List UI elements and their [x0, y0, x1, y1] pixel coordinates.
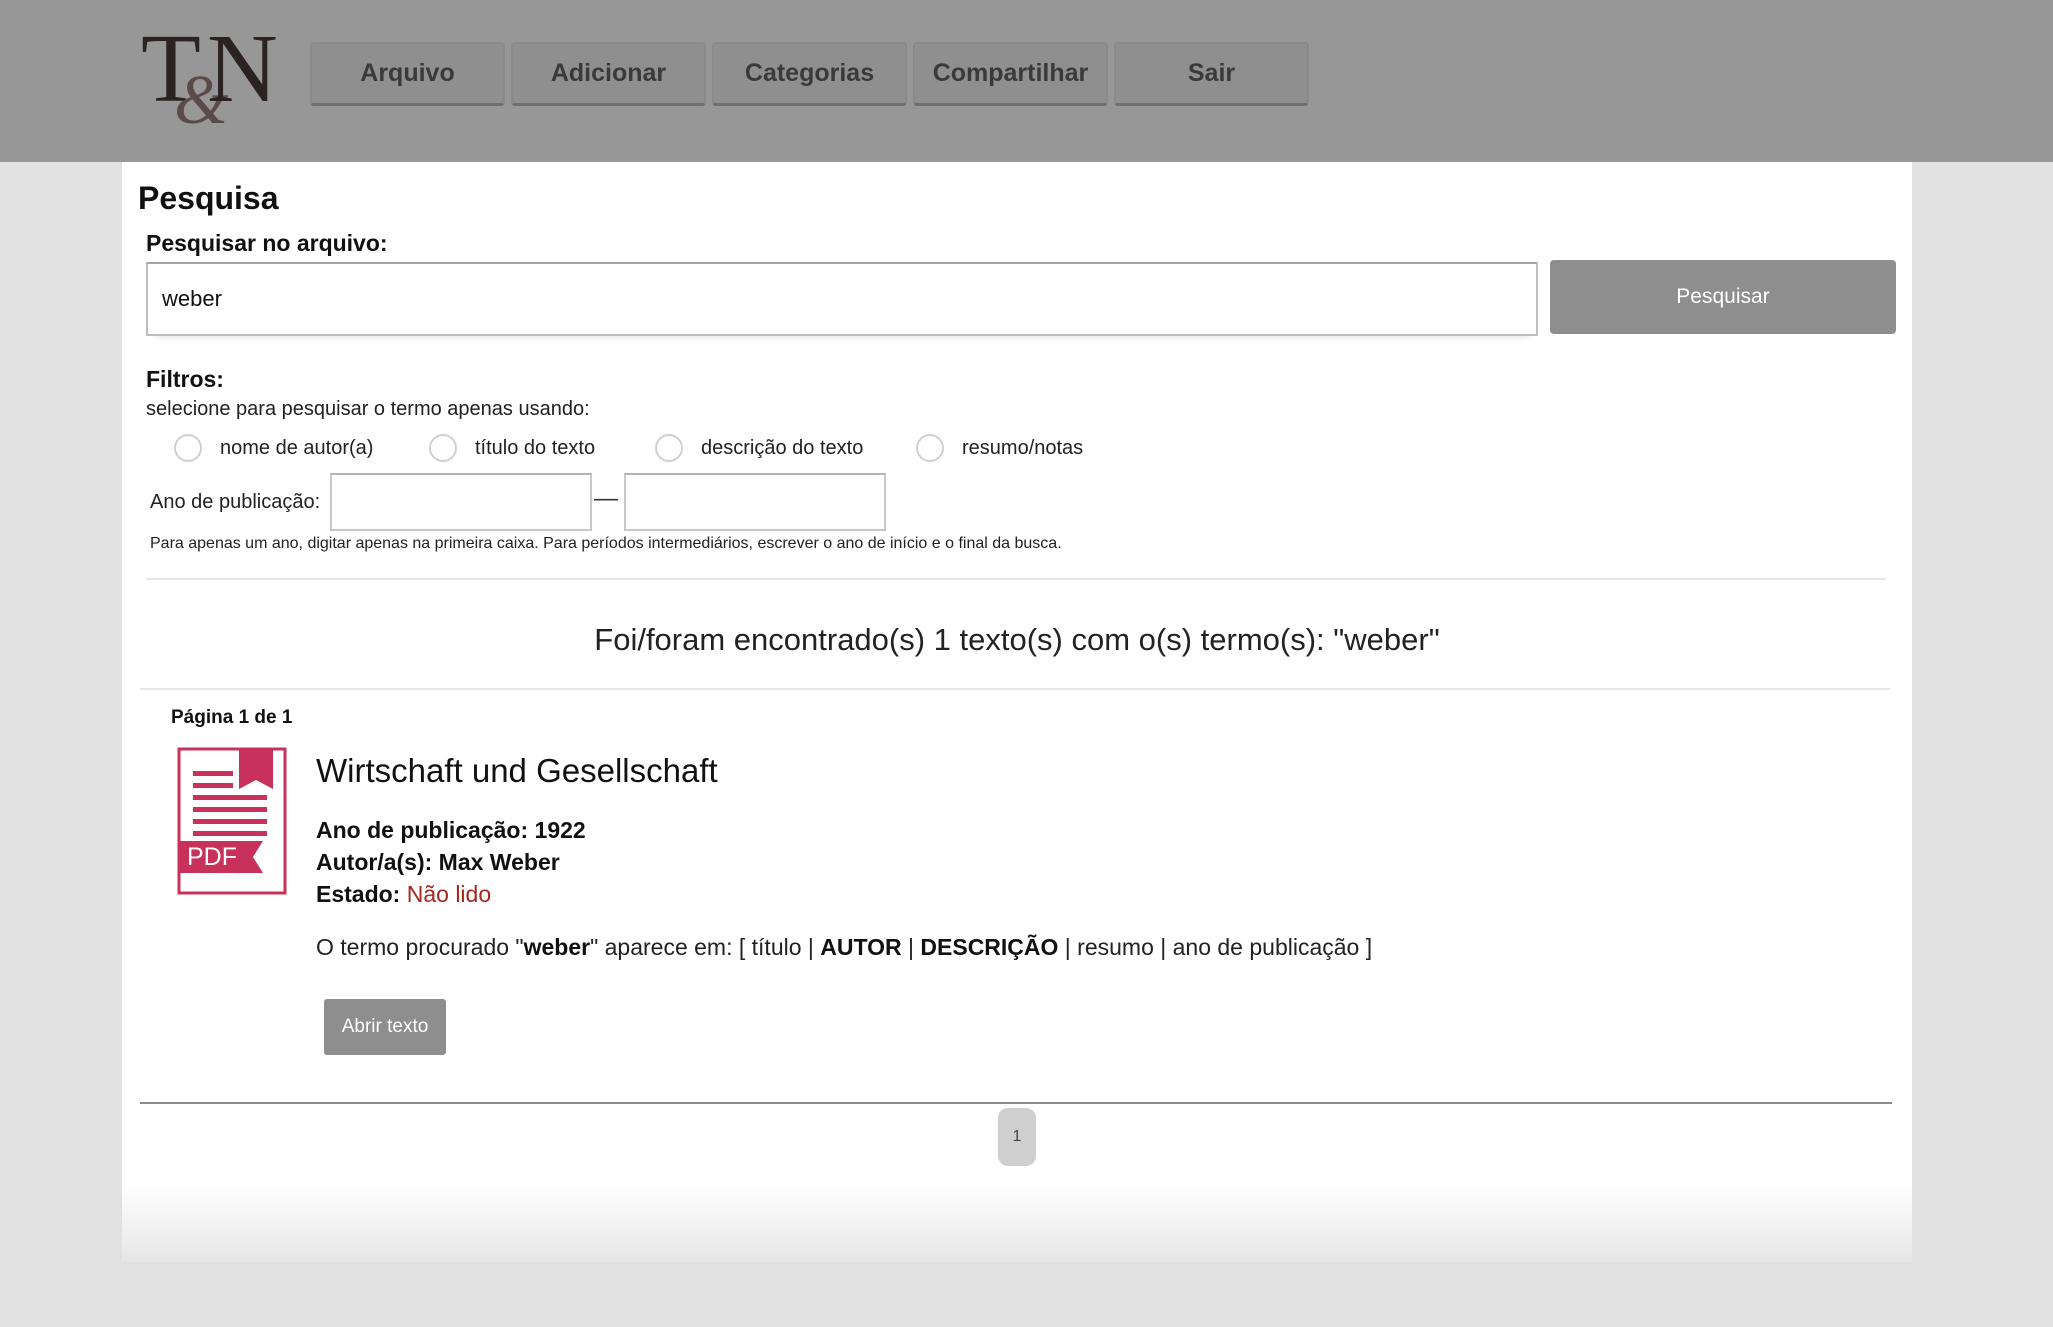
result-status-label: Estado: — [316, 881, 401, 907]
search-input[interactable] — [146, 262, 1538, 336]
term-middle: " aparece em: [ título | — [590, 934, 821, 960]
year-to-input[interactable] — [624, 473, 886, 531]
result-author: Autor/a(s): Max Weber — [316, 849, 560, 876]
filters-hint: selecione para pesquisar o termo apenas … — [146, 398, 590, 420]
result-year: Ano de publicação: 1922 — [316, 817, 586, 844]
divider — [140, 1102, 1892, 1104]
term-prefix: O termo procurado " — [316, 934, 524, 960]
nav-categorias-button[interactable]: Categorias — [712, 42, 907, 106]
nav-compartilhar-button[interactable]: Compartilhar — [913, 42, 1108, 106]
nav-arquivo-button[interactable]: Arquivo — [310, 42, 505, 106]
search-label: Pesquisar no arquivo: — [146, 230, 388, 256]
radio-circle[interactable] — [655, 434, 683, 462]
term-author: AUTOR — [820, 934, 902, 960]
logo[interactable]: T & N — [141, 20, 281, 136]
radio-circle[interactable] — [429, 434, 457, 462]
result-author-label: Autor/a(s): — [316, 849, 433, 875]
pagination-page-1[interactable]: 1 — [998, 1108, 1036, 1166]
term-description: DESCRIÇÃO — [920, 934, 1059, 960]
result-title: Wirtschaft und Gesellschaft — [316, 752, 718, 789]
filter-radio-label: resumo/notas — [962, 436, 1084, 459]
radio-circle[interactable] — [916, 434, 944, 462]
result-author-value: Max Weber — [438, 849, 560, 875]
open-text-button[interactable]: Abrir texto — [324, 999, 446, 1055]
search-button[interactable]: Pesquisar — [1550, 260, 1896, 334]
radio-circle[interactable] — [174, 434, 202, 462]
filter-radio-summary[interactable]: resumo/notas — [916, 434, 1083, 462]
result-year-value: 1922 — [534, 817, 586, 843]
term-occurrence-line: O termo procurado "weber" aparece em: [ … — [316, 934, 1372, 961]
top-navigation-bar: T & N Arquivo Adicionar Categorias Compa… — [0, 0, 2053, 162]
content-panel: Pesquisa Pesquisar no arquivo: Pesquisar… — [122, 162, 1912, 1262]
filter-radio-label: título do texto — [475, 436, 596, 459]
nav-adicionar-button[interactable]: Adicionar — [511, 42, 706, 106]
result-year-label: Ano de publicação: — [316, 817, 529, 843]
term-separator: | — [901, 934, 921, 960]
result-summary: Foi/foram encontrado(s) 1 texto(s) com o… — [594, 622, 1440, 657]
filter-radio-description[interactable]: descrição do texto — [655, 434, 863, 462]
term-suffix: | resumo | ano de publicação ] — [1058, 934, 1373, 960]
pdf-icon-label: PDF — [187, 843, 237, 871]
year-hint: Para apenas um ano, digitar apenas na pr… — [150, 535, 1062, 552]
year-from-input[interactable] — [330, 473, 592, 531]
filter-radio-author[interactable]: nome de autor(a) — [174, 434, 373, 462]
divider — [146, 578, 1886, 580]
term-highlight: weber — [523, 934, 591, 960]
logo-letter-n: N — [207, 15, 278, 123]
status-badge: Não lido — [406, 881, 492, 907]
year-range-dash: — — [594, 485, 618, 512]
pdf-icon: PDF — [177, 747, 287, 895]
filter-radio-label: nome de autor(a) — [220, 436, 374, 459]
filter-radio-label: descrição do texto — [701, 436, 864, 459]
filter-radio-title[interactable]: título do texto — [429, 434, 595, 462]
nav-sair-button[interactable]: Sair — [1114, 42, 1309, 106]
page-title: Pesquisa — [138, 180, 279, 216]
year-label: Ano de publicação: — [150, 491, 321, 513]
divider — [140, 688, 1890, 690]
page-info: Página 1 de 1 — [171, 707, 293, 728]
result-status: Estado: Não lido — [316, 881, 491, 908]
filters-heading: Filtros: — [146, 366, 224, 392]
